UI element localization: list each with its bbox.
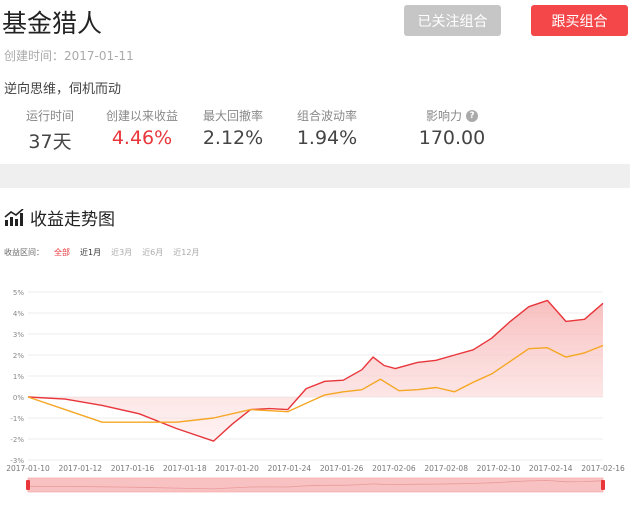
y-tick-label: -2% [10, 436, 24, 444]
stat-value: 2.12% [202, 127, 264, 149]
question-circle-icon[interactable]: ? [466, 109, 478, 122]
series-area [28, 300, 603, 442]
period-option-12m[interactable]: 近12月 [173, 247, 199, 258]
stat-label: 组合波动率 [296, 109, 357, 123]
x-tick-label: 2017-01-24 [268, 464, 312, 473]
section-divider [0, 164, 630, 188]
x-tick-label: 2017-01-20 [215, 464, 259, 473]
y-tick-label: 4% [13, 310, 24, 318]
stat-max-drawdown: 最大回撤率 2.12% [198, 107, 268, 149]
section-header: 收益走势图 [4, 205, 115, 230]
x-tick-label: 2017-02-16 [581, 464, 625, 473]
stat-return: 创建以来收益 4.46% [102, 107, 182, 149]
stat-label: 最大回撤率 [202, 109, 263, 123]
stat-label: 影响力 [425, 109, 462, 123]
y-tick-label: 2% [13, 352, 24, 360]
stat-runtime: 运行时间 37天 [20, 107, 80, 154]
period-option-6m[interactable]: 近6月 [142, 247, 163, 258]
x-tick-label: 2017-02-08 [424, 464, 468, 473]
range-handle-right[interactable] [601, 480, 605, 490]
range-slider-track[interactable] [27, 477, 604, 493]
bar-chart-icon [4, 208, 24, 226]
stat-value: 37天 [28, 131, 72, 153]
follow-buy-button[interactable]: 跟买组合 [531, 5, 628, 36]
portfolio-title: 基金猎人 [2, 9, 103, 38]
y-tick-label: -1% [10, 415, 24, 423]
range-handle-left[interactable] [26, 480, 30, 490]
y-tick-label: 0% [13, 394, 24, 402]
x-tick-label: 2017-01-26 [320, 464, 364, 473]
y-tick-label: 5% [13, 289, 24, 297]
return-trend-chart[interactable]: 5%4%3%2%1%0%-1%-2%-3%2017-01-10 2017-01-1… [0, 280, 630, 505]
stat-label: 创建以来收益 [105, 109, 178, 123]
stat-value: 1.94% [296, 127, 358, 149]
followed-button[interactable]: 已关注组合 [404, 5, 501, 36]
portfolio-description: 逆向思维，伺机而动 [4, 82, 122, 97]
x-tick-label: 2017-02-10 [477, 464, 521, 473]
period-label: 收益区间： [4, 248, 44, 257]
x-tick-label: 2017-01-16 [111, 464, 155, 473]
y-tick-label: 3% [13, 331, 24, 339]
stat-value: 170.00 [418, 127, 486, 149]
period-option-1m[interactable]: 近1月 [80, 247, 101, 258]
created-date: 创建时间：2017-01-11 [4, 49, 134, 63]
stat-influence: 影响力 ? 170.00 [414, 107, 490, 149]
period-option-all[interactable]: 全部 [54, 247, 70, 258]
stat-value: 4.46% [111, 127, 173, 149]
x-tick-label: 2017-01-12 [58, 464, 102, 473]
stat-label: 运行时间 [25, 109, 74, 123]
x-tick-label: 2017-02-14 [529, 464, 573, 473]
x-tick-label: 2017-01-10 [6, 464, 50, 473]
x-tick-label: 2017-02-06 [372, 464, 416, 473]
period-selector: 收益区间： 全部 近1月 近3月 近6月 近12月 [4, 247, 199, 258]
y-tick-label: 1% [13, 373, 24, 381]
stat-volatility: 组合波动率 1.94% [292, 107, 362, 149]
period-option-3m[interactable]: 近3月 [111, 247, 132, 258]
x-tick-label: 2017-01-18 [163, 464, 207, 473]
section-title: 收益走势图 [30, 210, 115, 230]
